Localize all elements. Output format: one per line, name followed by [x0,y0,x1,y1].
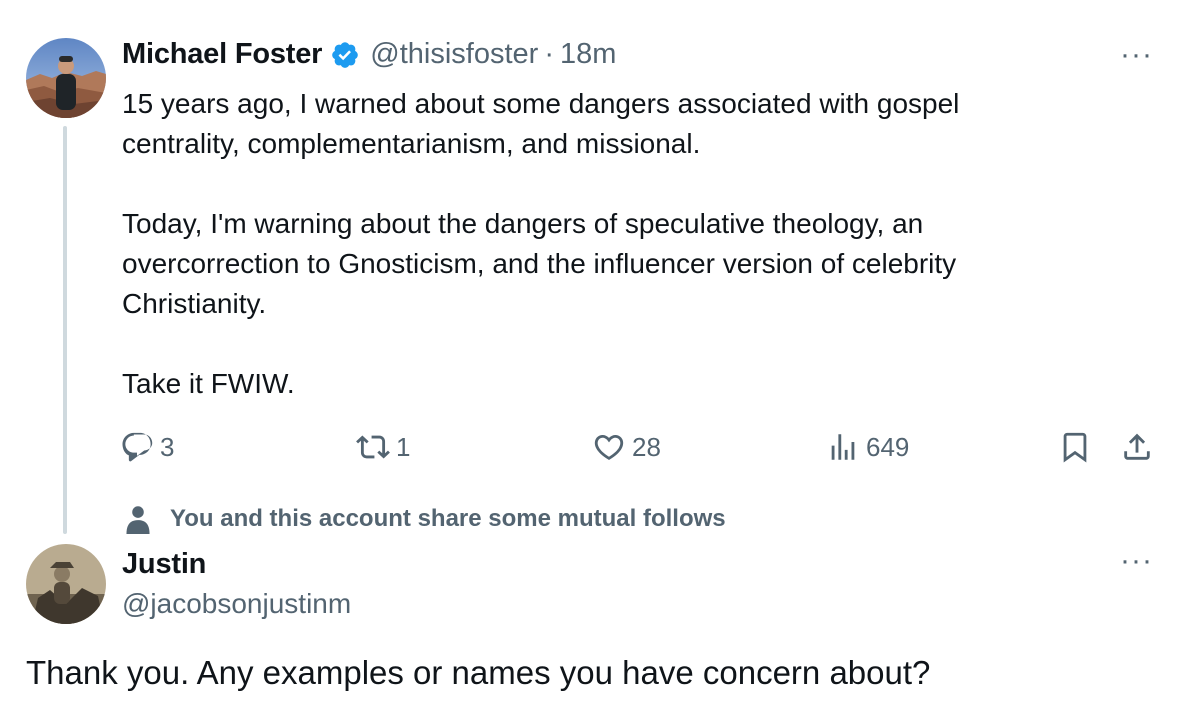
author-name[interactable]: Michael Foster [122,38,322,71]
views-count: 649 [866,431,910,462]
reply-count: 3 [160,431,175,462]
person-icon [126,506,150,534]
bookmark-button[interactable] [1058,430,1098,464]
share-button[interactable] [1120,430,1160,464]
reply-icon [122,432,153,462]
reply-button[interactable]: 3 [120,430,174,464]
more-options-icon[interactable]: ··· [1120,38,1153,72]
tweet-line: overcorrection to Gnosticism, and the in… [122,248,957,279]
avatar-justin[interactable] [26,544,106,624]
repost-button[interactable]: 1 [356,430,410,464]
header-separator: · [544,38,554,70]
reply-text: Thank you. Any examples or names you hav… [26,654,931,691]
like-button[interactable]: 28 [592,430,661,464]
tweet-line: centrality, complementarianism, and miss… [122,128,701,159]
like-count: 28 [632,431,661,462]
like-icon [594,434,624,460]
tweet-header: Michael Foster @thisisfoster · 18m [122,38,616,71]
views-icon [831,434,855,460]
author-handle[interactable]: @thisisfoster [370,38,538,71]
tweet-line: 15 years ago, I warned about some danger… [122,88,960,119]
repost-icon [356,435,390,459]
reply-author-name[interactable]: Justin [122,548,206,581]
reply-more-options-icon[interactable]: ··· [1120,544,1153,578]
views-button[interactable]: 649 [826,430,909,464]
repost-count: 1 [396,431,411,462]
reply-author-handle[interactable]: @jacobsonjustinm [122,588,351,620]
tweet-line: Take it FWIW. [122,368,295,399]
mutual-follows-text: You and this account share some mutual f… [170,505,726,532]
tweet-timestamp[interactable]: 18m [560,38,616,71]
verified-badge-icon [332,41,359,68]
tweet-line: Christianity. [122,288,267,319]
avatar-michael-foster[interactable] [26,38,106,118]
tweet-text: 15 years ago, I warned about some danger… [122,84,1082,404]
tweet-line: Today, I'm warning about the dangers of … [122,208,924,239]
share-icon [1124,433,1150,460]
bookmark-icon [1063,432,1087,463]
thread-line [63,126,67,534]
mutual-follows-notice: You and this account share some mutual f… [124,504,726,534]
